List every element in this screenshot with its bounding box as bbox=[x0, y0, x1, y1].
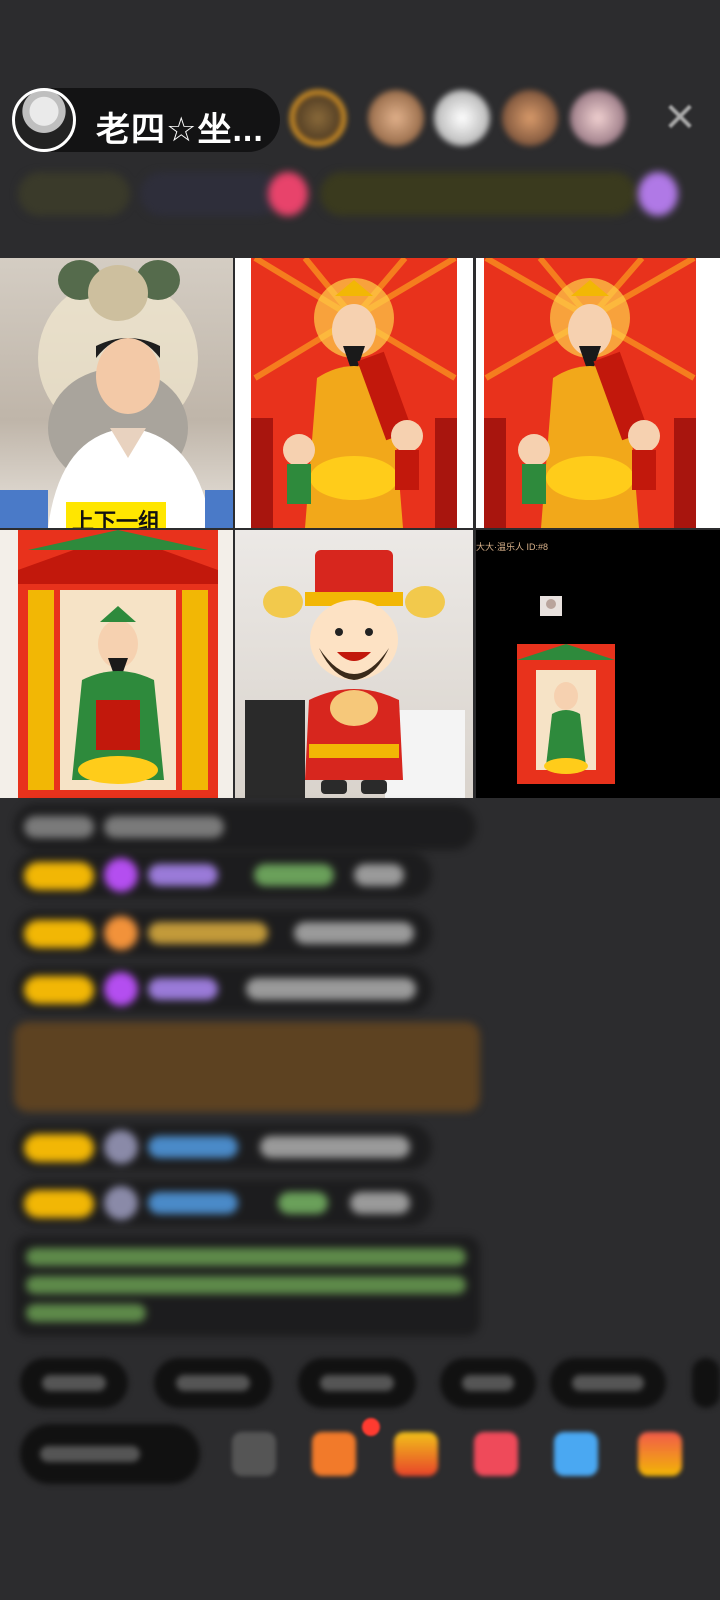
activity-icon[interactable] bbox=[638, 172, 678, 216]
notification-dot bbox=[362, 1418, 380, 1436]
video-tile-host[interactable]: 上下一组 bbox=[0, 258, 233, 528]
bottom-toolbar bbox=[20, 1418, 720, 1484]
gift-badge[interactable] bbox=[268, 172, 308, 216]
video-tile-guest-5[interactable]: 大大·温乐人 ID:#8 bbox=[476, 530, 720, 798]
system-notice bbox=[14, 1022, 480, 1112]
video-tile-guest-1[interactable] bbox=[235, 258, 473, 528]
chat-message bbox=[14, 966, 432, 1012]
multi-guest-video-grid: 上下一组 大大·温乐人 ID:#8 bbox=[0, 258, 720, 798]
video-tile-guest-4[interactable] bbox=[235, 530, 473, 798]
quick-reply-chip[interactable] bbox=[692, 1358, 720, 1408]
close-icon[interactable]: ✕ bbox=[660, 98, 700, 138]
welcome-notice bbox=[14, 1236, 480, 1336]
god-of-wealth-poster bbox=[251, 258, 457, 528]
chat-message bbox=[14, 1124, 432, 1170]
quick-reply-chip[interactable] bbox=[550, 1358, 666, 1408]
video-tile-guest-3[interactable] bbox=[0, 530, 233, 798]
comment-input[interactable] bbox=[20, 1424, 200, 1484]
emoji-icon[interactable] bbox=[232, 1432, 276, 1476]
video-tile-guest-2[interactable] bbox=[476, 258, 720, 528]
gift-box-icon[interactable] bbox=[312, 1432, 356, 1476]
host-avatar[interactable] bbox=[12, 88, 76, 152]
chat-message bbox=[14, 1180, 432, 1226]
game-icon[interactable] bbox=[554, 1432, 598, 1476]
host-info-pill[interactable]: 老四☆坐... bbox=[12, 88, 280, 152]
quick-reply-row[interactable] bbox=[20, 1358, 720, 1410]
quick-reply-chip[interactable] bbox=[298, 1358, 416, 1408]
hour-rank-badge[interactable] bbox=[18, 172, 130, 216]
chat-message bbox=[14, 910, 432, 956]
heart-gift-icon[interactable] bbox=[474, 1432, 518, 1476]
guest-tile-caption: 大大·温乐人 ID:#8 bbox=[476, 542, 549, 552]
host-tile-caption: 上下一组 bbox=[66, 502, 167, 528]
host-name: 老四☆坐... bbox=[96, 111, 264, 149]
viewer-avatar[interactable] bbox=[502, 90, 558, 146]
chat-message bbox=[14, 852, 432, 898]
cartoon-god-of-wealth bbox=[245, 550, 465, 798]
chat-message bbox=[14, 804, 476, 850]
quick-reply-chip[interactable] bbox=[20, 1358, 128, 1408]
god-of-wealth-poster bbox=[484, 258, 696, 528]
more-gift-icon[interactable] bbox=[638, 1432, 682, 1476]
status-badges-row[interactable] bbox=[18, 172, 700, 216]
lucky-bag-icon[interactable] bbox=[394, 1432, 438, 1476]
quick-reply-chip[interactable] bbox=[154, 1358, 272, 1408]
quick-reply-chip[interactable] bbox=[440, 1358, 536, 1408]
god-of-wealth-temple-poster bbox=[18, 530, 218, 798]
small-poster-window bbox=[517, 596, 615, 784]
fan-club-badge[interactable] bbox=[140, 172, 280, 216]
viewer-avatar[interactable] bbox=[434, 90, 490, 146]
activity-banner[interactable] bbox=[320, 172, 636, 216]
host-video-frame bbox=[0, 260, 233, 528]
viewer-avatar[interactable] bbox=[368, 90, 424, 146]
viewer-avatar[interactable] bbox=[570, 90, 626, 146]
viewer-avatar[interactable] bbox=[290, 90, 346, 146]
